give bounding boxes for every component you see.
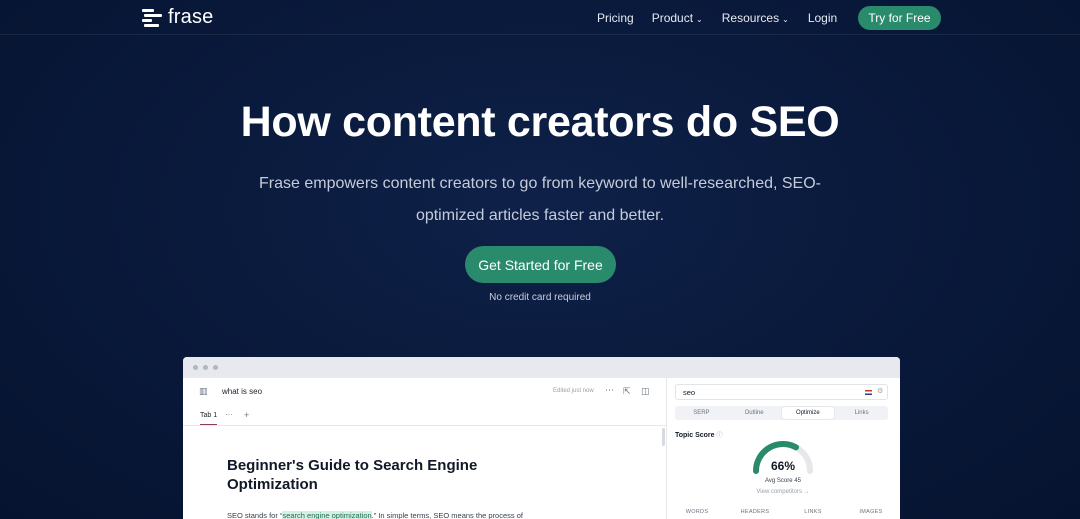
keyword-search-input[interactable]: seo ⚙ xyxy=(675,384,888,400)
window-dot xyxy=(203,365,208,370)
editor-toolbar: ▥ what is seo Edited just now ⋯ ⇱ ◫ xyxy=(183,378,667,406)
chevron-down-icon: ⌄ xyxy=(782,14,789,24)
nav-pricing-label: Pricing xyxy=(597,11,634,25)
tab-1[interactable]: Tab 1 xyxy=(200,412,218,425)
frase-logo-icon xyxy=(142,7,162,29)
edited-status: Edited just now xyxy=(553,388,594,394)
window-titlebar xyxy=(183,357,900,378)
gear-icon[interactable]: ⚙ xyxy=(877,387,883,395)
panel-toggle-icon[interactable]: ◫ xyxy=(641,386,650,397)
nav-resources-dropdown[interactable]: Resources ⌄ xyxy=(722,11,789,25)
more-options-icon[interactable]: ⋯ xyxy=(605,385,614,396)
chevron-down-icon: ⌄ xyxy=(696,14,703,24)
document-name[interactable]: what is seo xyxy=(222,387,262,396)
us-flag-icon[interactable] xyxy=(865,390,872,395)
sidebar-toggle-icon[interactable]: ▥ xyxy=(199,386,208,397)
document-title[interactable]: Beginner's Guide to Search Engine Optimi… xyxy=(227,456,527,494)
metric-links: LINKS xyxy=(804,509,822,515)
topic-score-heading: Topic Score ⓘ xyxy=(675,430,723,439)
metric-images: IMAGES xyxy=(859,509,883,515)
nav-links: Pricing Product ⌄ Resources ⌄ Login xyxy=(597,11,837,25)
tab-outline[interactable]: Outline xyxy=(728,406,781,420)
window-dot xyxy=(193,365,198,370)
frase-logo[interactable]: frase xyxy=(142,6,213,29)
get-started-button[interactable]: Get Started for Free xyxy=(465,246,616,283)
editor-pane: ▥ what is seo Edited just now ⋯ ⇱ ◫ Tab … xyxy=(183,378,667,519)
editor-scrollbar[interactable] xyxy=(662,428,665,446)
editor-tabs: Tab 1 ··· + xyxy=(183,406,667,426)
topic-score-value: 66% xyxy=(770,459,796,473)
nav-pricing-link[interactable]: Pricing xyxy=(597,11,634,25)
metric-words: WORDS xyxy=(685,509,709,515)
hero-title: How content creators do SEO xyxy=(240,98,840,146)
hero-subtitle: Frase empowers content creators to go fr… xyxy=(259,175,821,224)
nav-resources-label: Resources xyxy=(721,11,780,25)
window-dot xyxy=(213,365,218,370)
share-icon[interactable]: ⇱ xyxy=(623,386,631,397)
info-icon[interactable]: ⓘ xyxy=(717,433,723,439)
panel-tabs: SERP Outline Optimize Links xyxy=(675,406,888,420)
app-preview-window: ▥ what is seo Edited just now ⋯ ⇱ ◫ Tab … xyxy=(183,357,900,519)
nav-product-label: Product xyxy=(651,11,694,25)
average-score: Avg Score 45 xyxy=(765,478,801,484)
optimize-panel: seo ⚙ SERP Outline Optimize Links Topic … xyxy=(668,378,900,519)
nav-login-label: Login xyxy=(807,11,838,25)
logo-text: frase xyxy=(168,6,214,28)
try-for-free-button[interactable]: Try for Free xyxy=(858,6,941,30)
document-body[interactable]: SEO stands for “search engine optimizati… xyxy=(227,511,523,519)
body-text-suffix: .” In simple terms, SEO means the proces… xyxy=(371,511,523,519)
tab-serp[interactable]: SERP xyxy=(675,406,728,420)
tab-optimize[interactable]: Optimize xyxy=(781,407,835,419)
metrics-row: WORDS HEADERS LINKS IMAGES xyxy=(668,509,900,515)
tab-links[interactable]: Links xyxy=(835,406,888,420)
add-tab-icon[interactable]: + xyxy=(244,410,249,420)
nav-product-dropdown[interactable]: Product ⌄ xyxy=(652,11,703,25)
highlighted-keyword: search engine optimization xyxy=(282,511,372,519)
body-text-prefix: SEO stands for “ xyxy=(227,511,283,519)
nav-login-link[interactable]: Login xyxy=(808,11,837,25)
no-credit-card-note: No credit card required xyxy=(489,292,591,303)
topic-score-label: Topic Score xyxy=(675,432,715,439)
tab-more-icon[interactable]: ··· xyxy=(225,410,233,419)
view-competitors-link[interactable]: View competitors → xyxy=(733,489,833,495)
top-nav: frase Pricing Product ⌄ Resources ⌄ Logi… xyxy=(0,0,1080,35)
keyword-search-value: seo xyxy=(683,388,696,397)
metric-headers: HEADERS xyxy=(740,509,770,515)
